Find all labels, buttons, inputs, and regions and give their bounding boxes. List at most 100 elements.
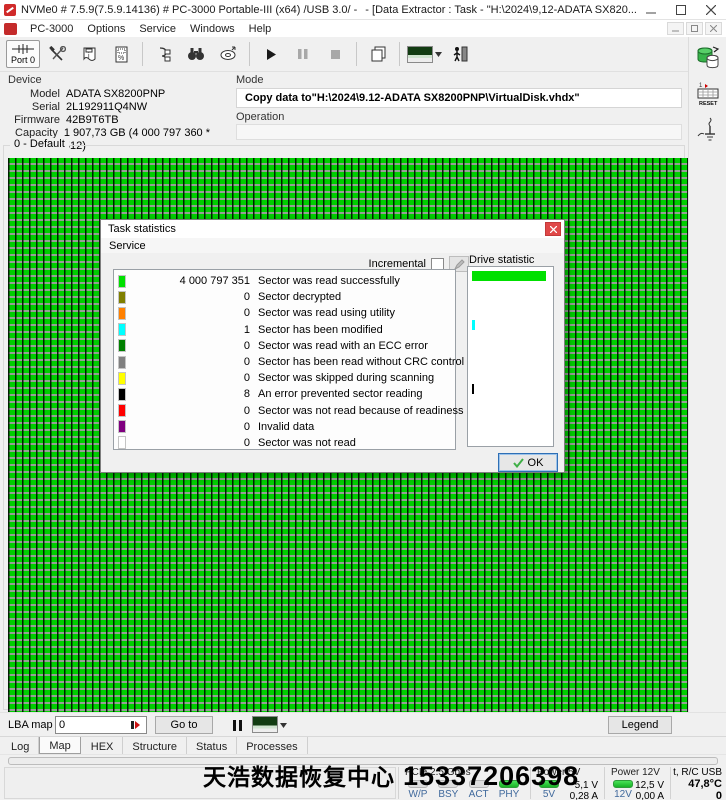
device-field-row: Firmware 42B9T6TB [8,114,228,127]
ok-button-label: OK [527,456,544,469]
start-button[interactable] [256,40,286,68]
drive-stat-bar [472,384,474,395]
lba-input[interactable] [56,718,128,732]
dialog-menu-bar: Service [101,238,564,253]
chevron-down-icon [280,719,287,731]
adapter-button[interactable] [149,40,179,68]
pause-icon [232,720,242,731]
pcie-panel: PCIe 2.5 Gbps W/P BSY ACT PHY [398,767,528,800]
pencil-icon [453,258,465,270]
menu-item-label: PC-3000 [30,22,74,35]
menu-item[interactable]: Service [132,22,183,36]
svg-text:RESET: RESET [699,101,718,107]
database-copy-icon [697,46,719,69]
status-color-chip [118,436,126,450]
statistics-report-button[interactable]: % [106,40,136,68]
goto-button[interactable]: Go to [155,716,213,734]
menu-item[interactable]: Help [242,22,279,36]
map-pause-button[interactable] [228,717,246,734]
statistic-label: Sector has been read without CRC control [258,356,465,369]
tab-label: Map [49,740,71,752]
status-bar: PCIe 2.5 Gbps W/P BSY ACT PHY Power 5V 5… [0,754,726,800]
utility-tools-button[interactable] [42,40,72,68]
lba-goto-icon[interactable] [128,719,142,731]
mdi-minimize-icon[interactable] [667,22,684,35]
statistic-row: 1 Sector has been modified [114,322,455,338]
map-thumbnail-icon [407,45,434,63]
menu-item[interactable]: Options [80,22,132,36]
drive-stat-bar [472,319,475,330]
power-12v-light-label: 12V [614,789,632,800]
stop-button[interactable] [320,40,350,68]
statistic-value: 1 [243,323,250,336]
cable-adapter-icon [156,46,173,63]
tab[interactable]: Processes [237,737,308,754]
device-field-value: ADATA SX8200PNP [66,88,166,100]
statistic-label: Sector decrypted [258,291,342,304]
mdi-restore-icon[interactable] [686,22,703,35]
chevron-down-icon [435,51,443,57]
lba-bar: LBA map Go to Legend [0,712,726,736]
ok-button[interactable]: OK [498,453,558,472]
status-color-chip [118,339,126,353]
exit-door-icon [452,46,468,62]
maximize-button[interactable] [666,0,696,20]
device-field-label: Serial [31,101,60,113]
mdi-close-icon[interactable] [705,22,722,35]
close-button[interactable] [696,0,726,20]
device-field-label: Model [30,88,60,100]
legend-button[interactable]: Legend [608,716,672,734]
status-color-chip [118,323,126,337]
indicator-label: W/P [408,789,428,800]
minimize-button[interactable] [636,0,666,20]
status-indicator: ACT [466,780,492,800]
statistic-row: 8 An error prevented sector reading [114,386,455,402]
stop-icon [330,49,341,60]
statistic-label: An error prevented sector reading [258,388,423,401]
statistic-label: Sector was read successfully [258,275,400,288]
map-group-label: 0 - Default [10,138,69,150]
copy-layers-button[interactable] [363,40,393,68]
tab[interactable]: Map [39,737,81,754]
dialog-menu-service[interactable]: Service [101,240,154,252]
statistic-value: 0 [243,372,250,385]
power-12v-panel: Power 12V 12V 12,5 V 0,00 A [604,767,668,800]
statistic-label: Sector was read with an ECC error [258,339,428,352]
port0-label: Port 0 [11,54,36,65]
tab[interactable]: HEX [82,737,124,754]
database-copy-button[interactable] [693,43,723,73]
power-5v-label: Power 5V [537,767,581,778]
tab[interactable]: Log [2,737,40,754]
menu-item[interactable]: PC-3000 [23,22,80,36]
statistic-row: 0 Sector was skipped during scanning [114,370,455,386]
search-button[interactable] [181,40,211,68]
statistic-value: 0 [243,356,250,369]
title-bar: NVMe0 # 7.5.9(7.5.9.14136) # PC-3000 Por… [0,0,726,20]
tab[interactable]: Status [187,737,238,754]
mode-value: Copy data to"H:\2024\9.12-ADATA SX8200PN… [236,88,682,108]
progress-bar [8,757,718,765]
menu-item[interactable]: Windows [183,22,242,36]
indicator-label: BSY [438,789,459,800]
app-icon [4,3,16,16]
lba-map-label: LBA map [8,719,53,731]
indicator-light [408,780,428,788]
port-connector-icon [12,43,34,54]
reset-statistics-button[interactable]: 1 RESET [693,79,723,109]
temperature-panel: t, R/C USB 47,8°C 0 [670,767,726,800]
dialog-title-bar: Task statistics [101,220,564,238]
task-info-button[interactable]: i [74,40,104,68]
map-style-dropdown[interactable] [252,716,287,733]
tab[interactable]: Structure [123,737,188,754]
dialog-close-button[interactable] [545,222,561,236]
disk-image-button[interactable] [213,40,243,68]
map-view-dropdown[interactable] [406,40,443,68]
exit-task-button[interactable] [445,40,475,68]
oscilloscope-probe-button[interactable] [693,115,723,145]
window-title: NVMe0 # 7.5.9(7.5.9.14136) # PC-3000 Por… [21,4,636,16]
disk-eject-icon [219,46,237,62]
statistic-label: Sector has been modified [258,323,383,336]
indicator-light [438,780,459,788]
pause-button[interactable] [288,40,318,68]
port0-button[interactable]: Port 0 [6,40,41,68]
